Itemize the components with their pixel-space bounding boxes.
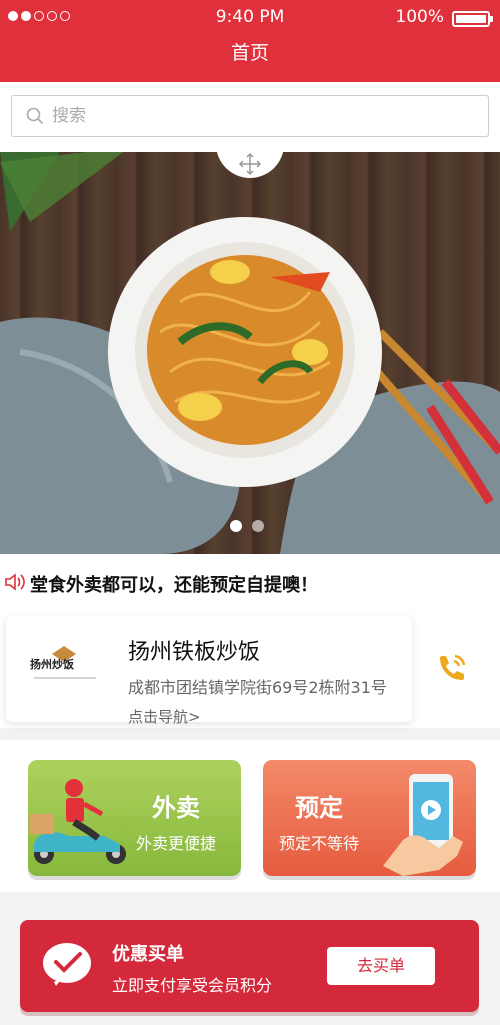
status-bar: 9:40 PM 100%: [0, 6, 500, 30]
page-title: 首页: [230, 42, 269, 64]
search-box[interactable]: [11, 95, 489, 137]
promo-banner: 优惠买单 立即支付享受会员积分 去买单: [20, 920, 479, 1012]
store-name: 扬州铁板炒饭: [128, 640, 261, 665]
banner-carousel[interactable]: [0, 152, 500, 554]
reserve-subtitle: 预定不等待: [279, 834, 360, 853]
promo-title: 优惠买单: [112, 944, 184, 965]
pay-button[interactable]: 去买单: [327, 947, 435, 985]
carousel-dot-2[interactable]: [252, 520, 264, 532]
carousel-pagination: [230, 520, 264, 532]
store-section: 扬州炒饭 扬州铁板炒饭 成都市团结镇学院街69号2栋附31号 点击导航>: [0, 610, 500, 728]
logo-text: 扬州炒饭: [30, 658, 74, 671]
battery-icon: [452, 11, 493, 27]
promo-subtitle: 立即支付享受会员积分: [112, 976, 273, 995]
notice-text: 堂食外卖都可以，还能预定自提噢！: [30, 575, 318, 596]
navigate-link[interactable]: 点击导航>: [128, 706, 201, 727]
banner-image: [0, 152, 500, 554]
delivery-scooter-icon: [30, 779, 126, 864]
app-header: 9:40 PM 100% 首页: [0, 0, 500, 82]
store-logo: 扬州炒饭: [26, 640, 102, 686]
chat-check-icon: [43, 943, 91, 986]
search-bar-area: [0, 82, 500, 152]
reserve-title: 预定: [295, 794, 343, 822]
battery-percentage: 100%: [395, 7, 444, 27]
phone-icon[interactable]: [434, 650, 470, 686]
search-input[interactable]: [52, 102, 472, 130]
notice-bar: 堂食外卖都可以，还能预定自提噢！: [0, 554, 500, 610]
takeout-card[interactable]: 外卖 外卖更便捷: [28, 760, 241, 876]
carousel-dot-1[interactable]: [230, 520, 242, 532]
speaker-icon: [5, 573, 25, 591]
search-icon: [26, 107, 44, 125]
phone-in-hand-icon: [383, 774, 463, 876]
move-icon: [238, 152, 262, 176]
reserve-card[interactable]: 预定 预定不等待: [263, 760, 476, 876]
action-cards: 外卖 外卖更便捷 预定 预定不等待: [0, 740, 500, 892]
store-address: 成都市团结镇学院街69号2栋附31号: [128, 678, 387, 697]
store-card[interactable]: 扬州炒饭 扬州铁板炒饭 成都市团结镇学院街69号2栋附31号 点击导航>: [6, 616, 412, 726]
takeout-subtitle: 外卖更便捷: [136, 834, 217, 853]
takeout-title: 外卖: [152, 794, 200, 822]
